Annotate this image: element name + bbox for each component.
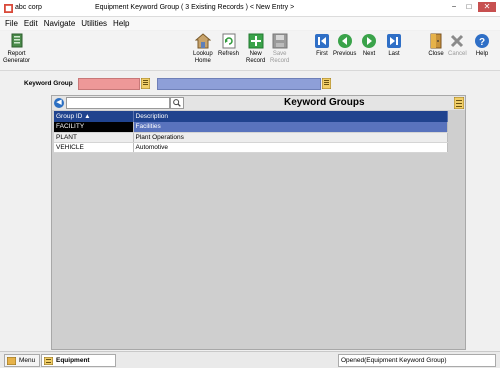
- previous-icon: [337, 34, 352, 48]
- close-label: Close: [428, 51, 444, 57]
- equipment-keyword-tab-label: Equipment Keywor...: [56, 357, 90, 364]
- status-bar: Menu Equipment Keywor... Opened(Equipmen…: [0, 351, 500, 368]
- menu-edit[interactable]: Edit: [24, 17, 38, 30]
- table-header-row: Group ID ▲ Description: [54, 111, 448, 122]
- search-icon[interactable]: [170, 97, 184, 109]
- new-record-label: New Record: [246, 51, 266, 64]
- grid-options-icon[interactable]: [454, 97, 464, 109]
- help-icon: ?: [475, 34, 489, 48]
- lookup-home-label: Lookup Home: [193, 51, 213, 64]
- keyword-groups-table: Group ID ▲ Description FACILITY Faciliti…: [54, 111, 448, 153]
- next-icon: [362, 34, 376, 48]
- close-window-button[interactable]: ✕: [478, 2, 496, 12]
- minimize-button[interactable]: −: [448, 2, 460, 12]
- menu-tab-icon: [7, 357, 16, 365]
- previous-label: Previous: [333, 51, 357, 57]
- add-icon: [248, 33, 264, 49]
- first-icon: [315, 34, 329, 48]
- next-label: Next: [362, 51, 376, 57]
- toolbar: Report Generator Lookup Home Refresh New…: [0, 31, 500, 71]
- report-generator-label: Report Generator: [3, 51, 31, 64]
- save-icon: [272, 33, 288, 49]
- help-button[interactable]: ? Help: [474, 33, 490, 58]
- grid-title: Keyword Groups: [284, 97, 365, 108]
- lookup-icon[interactable]: [322, 78, 331, 89]
- window-controls: − □ ✕: [448, 2, 496, 12]
- first-label: First: [316, 51, 328, 57]
- grid-search-input[interactable]: [66, 97, 170, 109]
- menu-tab-label: Menu: [19, 357, 36, 364]
- last-icon: [387, 34, 401, 48]
- new-record-button[interactable]: New Record: [246, 33, 265, 65]
- report-icon: [11, 33, 22, 48]
- cell-description[interactable]: Plant Operations: [133, 132, 448, 143]
- cell-group-id[interactable]: PLANT: [54, 132, 134, 143]
- next-button[interactable]: Next: [361, 33, 377, 58]
- column-header-description[interactable]: Description: [133, 111, 448, 122]
- help-label: Help: [475, 51, 489, 57]
- table-row[interactable]: VEHICLE Automotive: [54, 142, 448, 153]
- table-row[interactable]: FACILITY Facilities: [54, 122, 448, 133]
- keyword-group-label: Keyword Group: [24, 80, 73, 87]
- cell-description[interactable]: Automotive: [133, 142, 448, 153]
- cancel-label: Cancel: [448, 51, 467, 57]
- form-tab-icon: [44, 357, 53, 365]
- lookup-icon[interactable]: [141, 78, 150, 89]
- cell-group-id[interactable]: FACILITY: [54, 122, 134, 133]
- report-generator-button[interactable]: Report Generator: [3, 33, 30, 65]
- table-row[interactable]: PLANT Plant Operations: [54, 132, 448, 143]
- status-message: Opened(Equipment Keyword Group): [338, 354, 496, 367]
- app-icon: [4, 4, 13, 13]
- column-header-group-id[interactable]: Group ID ▲: [54, 111, 134, 122]
- menu-file[interactable]: File: [5, 17, 18, 30]
- grid-back-button[interactable]: ◀: [54, 98, 64, 108]
- svg-text:?: ?: [479, 37, 485, 48]
- window-title: Equipment Keyword Group ( 3 Existing Rec…: [95, 4, 295, 11]
- first-button[interactable]: First: [314, 33, 330, 58]
- refresh-icon: [222, 33, 235, 49]
- save-record-label: Save Record: [270, 51, 290, 64]
- maximize-button[interactable]: □: [463, 2, 475, 12]
- cancel-button[interactable]: Cancel: [448, 33, 467, 58]
- menu-tab[interactable]: Menu: [4, 354, 40, 367]
- menu-bar: File Edit Navigate Utilities Help: [0, 17, 500, 30]
- keyword-groups-panel: ◀ Keyword Groups Group ID ▲ Description …: [51, 95, 466, 350]
- equipment-keyword-tab[interactable]: Equipment Keywor...: [41, 354, 116, 367]
- lookup-home-button[interactable]: Lookup Home: [193, 33, 213, 65]
- last-button[interactable]: Last: [386, 33, 402, 58]
- refresh-button[interactable]: Refresh: [218, 33, 239, 58]
- menu-navigate[interactable]: Navigate: [44, 17, 76, 30]
- menu-utilities[interactable]: Utilities: [81, 17, 107, 30]
- door-icon: [430, 33, 442, 49]
- cell-group-id[interactable]: VEHICLE: [54, 142, 134, 153]
- menu-help[interactable]: Help: [113, 17, 129, 30]
- app-name: abc corp: [15, 4, 42, 11]
- last-label: Last: [388, 51, 400, 57]
- save-record-button[interactable]: Save Record: [270, 33, 289, 65]
- previous-button[interactable]: Previous: [333, 33, 356, 58]
- keyword-group-description-field[interactable]: [157, 78, 321, 90]
- grid-toolbar: ◀ Keyword Groups: [52, 96, 465, 110]
- keyword-group-id-field[interactable]: [78, 78, 140, 90]
- cell-description[interactable]: Facilities: [133, 122, 448, 133]
- refresh-label: Refresh: [218, 51, 240, 57]
- home-icon: [194, 33, 211, 49]
- title-bar: abc corp Equipment Keyword Group ( 3 Exi…: [0, 0, 500, 17]
- cancel-icon: [451, 34, 464, 48]
- close-button[interactable]: Close: [428, 33, 444, 58]
